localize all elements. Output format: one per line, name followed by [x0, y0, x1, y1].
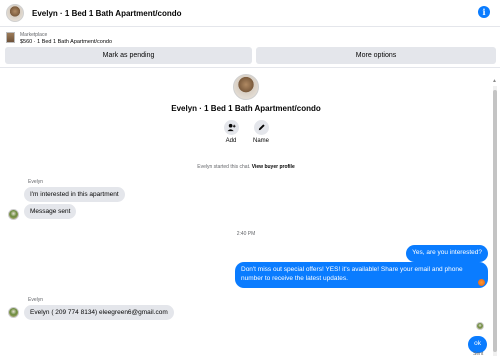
sender-avatar[interactable] — [8, 209, 19, 220]
listing-subtitle[interactable]: $560 · 1 Bed 1 Bath Apartment/condo — [20, 39, 112, 45]
mark-pending-button[interactable]: Mark as pending — [5, 47, 252, 64]
message-status: Sent — [473, 351, 484, 357]
add-contact-action[interactable]: Add — [216, 120, 246, 144]
listing-thumbnail[interactable] — [6, 32, 15, 43]
incoming-message[interactable]: I'm interested in this apartment — [24, 187, 125, 202]
outgoing-message[interactable]: Yes, are you interested? — [406, 245, 488, 262]
reaction-emoji-icon[interactable] — [478, 279, 485, 286]
scroll-thumb[interactable] — [493, 90, 497, 352]
more-options-button[interactable]: More options — [256, 47, 496, 64]
incoming-message[interactable]: Message sent — [24, 204, 77, 219]
timestamp: 2:40 PM — [236, 231, 256, 237]
edit-name-action[interactable]: Name — [246, 120, 276, 144]
sender-name: Evelyn — [28, 297, 44, 303]
seen-avatar — [476, 322, 484, 330]
profile-avatar[interactable] — [233, 74, 259, 100]
started-text: Evelyn started this chat. — [197, 164, 251, 170]
listing-source: Marketplace — [20, 32, 48, 38]
scrollbar[interactable]: ▲ — [492, 78, 498, 362]
pencil-icon[interactable] — [253, 120, 269, 135]
chat-title[interactable]: Evelyn · 1 Bed 1 Bath Apartment/condo — [32, 9, 182, 18]
view-buyer-profile-link[interactable]: View buyer profile — [252, 164, 295, 170]
sender-name: Evelyn — [28, 179, 44, 185]
add-label: Add — [225, 138, 237, 144]
chat-started-notice: Evelyn started this chat. View buyer pro… — [0, 164, 492, 170]
add-person-icon[interactable] — [223, 120, 239, 135]
info-icon[interactable]: i — [478, 6, 490, 18]
scroll-up-arrow-icon[interactable]: ▲ — [492, 78, 497, 84]
name-label: Name — [252, 138, 269, 144]
contact-avatar[interactable] — [6, 4, 24, 22]
chat-header: Evelyn · 1 Bed 1 Bath Apartment/condo i — [0, 0, 500, 27]
incoming-message[interactable]: Evelyn ( 209 774 8134) eleegreen6@gmail.… — [24, 305, 174, 320]
profile-name: Evelyn · 1 Bed 1 Bath Apartment/condo — [171, 104, 321, 113]
sender-avatar[interactable] — [8, 307, 19, 318]
outgoing-message[interactable]: Don't miss out special offers! YES! it's… — [235, 262, 488, 288]
